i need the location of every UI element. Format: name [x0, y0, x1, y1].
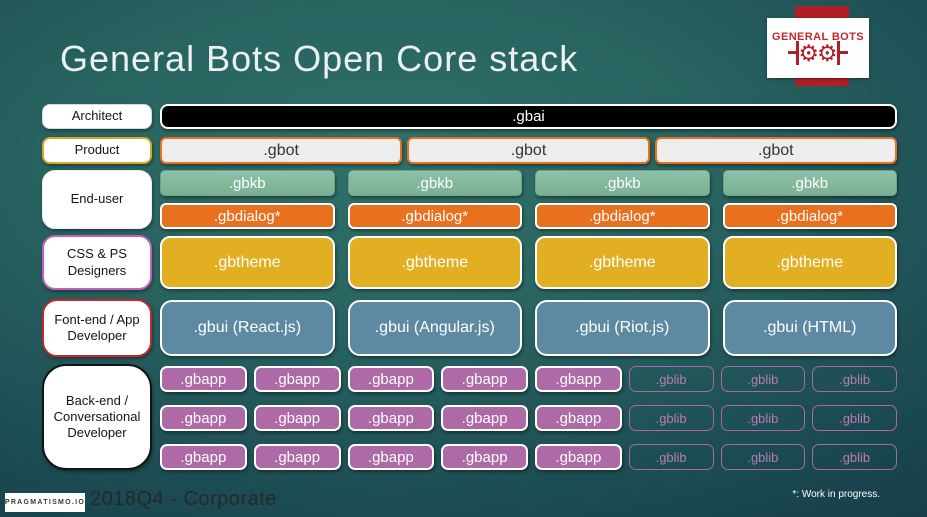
gbdialog-box: .gbdialog*: [160, 203, 335, 229]
gbot-box: .gbot: [160, 137, 403, 164]
gear-bar-left: [788, 41, 800, 65]
role-label-text: Font-end / App Developer: [54, 311, 140, 343]
stack-row-apps-2: .gbapp .gbapp .gbapp .gbapp .gbapp .gbli…: [160, 405, 897, 431]
gbai-box: .gbai: [160, 104, 897, 129]
gbkb-box: .gbkb: [160, 170, 335, 196]
gear-icon: ⚙: [798, 39, 819, 66]
role-label-product: Product: [42, 137, 152, 164]
gbui-react-box: .gbui (React.js): [160, 300, 335, 356]
gbapp-box: .gbapp: [535, 366, 622, 392]
general-bots-logo: GENERAL BOTS ⚙ ⚙: [767, 18, 869, 78]
gbdialog-box: .gbdialog*: [535, 203, 710, 229]
slide: General Bots Open Core stack GENERAL BOT…: [0, 0, 927, 517]
gbapp-box: .gbapp: [441, 366, 528, 392]
role-label-frontend-app-developer: Font-end / App Developer: [42, 299, 152, 357]
role-label-css-ps-designers: CSS & PS Designers: [42, 235, 152, 290]
stack-row-apps-1: .gbapp .gbapp .gbapp .gbapp .gbapp .gbli…: [160, 366, 897, 392]
gbapp-box: .gbapp: [347, 366, 435, 392]
gblib-box: .gblib: [720, 405, 806, 431]
role-label-text: Architect: [71, 108, 123, 124]
gbapp-box: .gbapp: [441, 444, 528, 470]
gbapp-box: .gbapp: [253, 405, 341, 431]
gbui-html-box: .gbui (HTML): [722, 300, 897, 356]
role-label-end-user: End-user: [42, 170, 152, 229]
gbtheme-box: .gbtheme: [535, 236, 710, 289]
gbkb-box: .gbkb: [347, 170, 522, 196]
gbapp-box: .gbapp: [535, 444, 622, 470]
gbapp-box: .gbapp: [347, 444, 435, 470]
gbot-box: .gbot: [654, 137, 897, 164]
stack-row-gbkb: .gbkb .gbkb .gbkb .gbkb: [160, 170, 897, 196]
gbapp-box: .gbapp: [347, 405, 435, 431]
gbdialog-box: .gbdialog*: [722, 203, 897, 229]
gblib-box: .gblib: [628, 405, 714, 431]
gbapp-box: .gbapp: [253, 366, 341, 392]
gbapp-box: .gbapp: [535, 405, 622, 431]
gbot-box: .gbot: [407, 137, 650, 164]
stack-row-gbtheme: .gbtheme .gbtheme .gbtheme .gbtheme: [160, 236, 897, 289]
role-label-text: End-user: [70, 191, 124, 207]
gear-bar-right: [836, 41, 848, 65]
role-label-backend-conversational-developer: Back-end / Conversational Developer: [42, 364, 152, 470]
gbkb-box: .gbkb: [722, 170, 897, 196]
gblib-box: .gblib: [812, 444, 897, 470]
gblib-box: .gblib: [812, 366, 897, 392]
gblib-box: .gblib: [628, 444, 714, 470]
gblib-box: .gblib: [628, 366, 714, 392]
page-title: General Bots Open Core stack: [60, 38, 579, 79]
gear-icon: ⚙: [817, 39, 838, 66]
work-in-progress-note: *: Work in progress.: [792, 489, 880, 500]
role-label-text: Back-end / Conversational Developer: [53, 392, 141, 441]
gbapp-box: .gbapp: [160, 366, 247, 392]
pragmatismo-badge: PRAGMATISMO.IO: [5, 493, 85, 512]
gbui-riot-box: .gbui (Riot.js): [535, 300, 710, 356]
stack-row-gbdialog: .gbdialog* .gbdialog* .gbdialog* .gbdial…: [160, 203, 897, 229]
gbapp-box: .gbapp: [253, 444, 341, 470]
gblib-box: .gblib: [812, 405, 897, 431]
gblib-box: .gblib: [720, 444, 806, 470]
gbui-angular-box: .gbui (Angular.js): [347, 300, 522, 356]
gbapp-box: .gbapp: [160, 405, 247, 431]
gbtheme-box: .gbtheme: [722, 236, 897, 289]
stack-row-gbui: .gbui (React.js) .gbui (Angular.js) .gbu…: [160, 300, 897, 356]
gbkb-box: .gbkb: [535, 170, 710, 196]
gbtheme-box: .gbtheme: [347, 236, 522, 289]
gbapp-box: .gbapp: [160, 444, 247, 470]
gbapp-box: .gbapp: [441, 405, 528, 431]
stack-row-gbot: .gbot .gbot .gbot: [160, 137, 897, 164]
gears-icon: ⚙ ⚙: [788, 39, 848, 66]
gbtheme-box: .gbtheme: [160, 236, 335, 289]
role-label-text: CSS & PS Designers: [67, 246, 127, 278]
stack-row-apps-3: .gbapp .gbapp .gbapp .gbapp .gbapp .gbli…: [160, 444, 897, 470]
role-label-architect: Architect: [42, 104, 152, 129]
gblib-box: .gblib: [720, 366, 806, 392]
gbdialog-box: .gbdialog*: [347, 203, 522, 229]
footer-caption: 2018Q4 - Corporate: [90, 488, 277, 510]
role-label-text: Product: [74, 142, 120, 158]
stack-row-gbai: .gbai: [160, 104, 897, 129]
